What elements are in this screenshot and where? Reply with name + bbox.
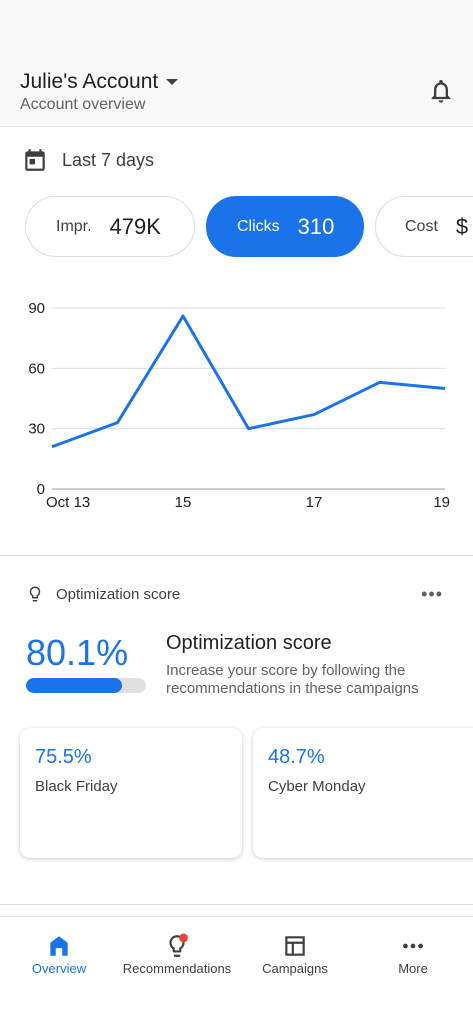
y-tick-label: 60	[28, 360, 45, 377]
home-icon	[50, 936, 68, 956]
metric-pill-clicks[interactable]: Clicks 310	[206, 196, 364, 257]
campaign-name: Cyber Monday	[268, 778, 366, 795]
y-tick-label: 0	[37, 481, 45, 498]
metric-label: Clicks	[237, 217, 280, 235]
campaign-card-cyber-monday[interactable]: 48.7% Cyber Monday	[253, 728, 473, 858]
metric-label: Impr.	[56, 217, 92, 235]
calendar-icon	[25, 149, 45, 171]
campaign-card-black-friday[interactable]: 75.5% Black Friday	[20, 728, 242, 858]
optimization-title: Optimization score	[166, 632, 332, 654]
clicks-line-chart: 0 30 60 90 Oct 13 15 17 19	[28, 300, 450, 511]
metric-value: 479K	[109, 213, 161, 239]
metric-value: 310	[297, 213, 335, 239]
nav-item-campaigns[interactable]: Campaigns	[236, 917, 354, 997]
x-tick-label: 19	[433, 494, 450, 511]
section-divider	[0, 555, 473, 556]
nav-label: More	[398, 961, 428, 976]
account-subtitle: Account overview	[20, 96, 146, 113]
metric-pill-cost[interactable]: Cost $	[375, 196, 473, 257]
optimization-header: Optimization score	[26, 584, 180, 604]
optimization-score-value: 80.1%	[26, 632, 129, 673]
lightbulb-icon	[169, 933, 188, 957]
bottom-navigation: Overview Recommendations Campaigns More	[0, 916, 473, 1024]
campaign-score: 48.7%	[268, 746, 325, 768]
account-switcher[interactable]: Julie's Account	[20, 70, 179, 94]
bell-icon[interactable]	[427, 76, 455, 106]
lightbulb-icon	[29, 586, 41, 602]
series-line	[51, 314, 446, 449]
nav-item-recommendations[interactable]: Recommendations	[118, 917, 236, 997]
app-header: Julie's Account Account overview	[0, 0, 473, 127]
metric-pill-impressions[interactable]: Impr. 479K	[25, 196, 195, 257]
nav-item-more[interactable]: More	[354, 917, 472, 997]
y-tick-label: 90	[28, 300, 45, 317]
account-name: Julie's Account	[20, 70, 159, 93]
metric-value: $	[455, 213, 469, 239]
more-horiz-icon	[403, 943, 423, 949]
campaigns-icon	[285, 936, 305, 956]
nav-label: Overview	[31, 961, 87, 976]
x-tick-label: Oct 13	[46, 494, 90, 511]
campaign-name: Black Friday	[35, 778, 118, 795]
optimization-header-label: Optimization score	[56, 585, 181, 603]
metric-selector: Impr. 479K Clicks 310 Cost $	[0, 196, 473, 258]
optimization-description: Increase your score by following the rec…	[166, 662, 419, 697]
nav-label: Campaigns	[262, 961, 328, 976]
section-divider	[0, 904, 473, 905]
x-tick-label: 17	[306, 494, 323, 511]
date-range-selector[interactable]: Last 7 days	[22, 146, 154, 174]
x-tick-label: 15	[175, 494, 192, 511]
dropdown-caret-icon	[166, 79, 179, 85]
metric-label: Cost	[405, 217, 438, 235]
campaign-score: 75.5%	[35, 746, 92, 768]
nav-label: Recommendations	[122, 961, 232, 976]
more-horiz-icon[interactable]: •••	[421, 585, 443, 603]
optimization-score-bar	[26, 678, 146, 693]
nav-item-overview[interactable]: Overview	[0, 917, 118, 997]
y-tick-label: 30	[28, 421, 45, 438]
date-range-label: Last 7 days	[62, 149, 155, 170]
notification-badge	[179, 933, 188, 943]
optimization-score-bar-fill	[26, 678, 123, 693]
